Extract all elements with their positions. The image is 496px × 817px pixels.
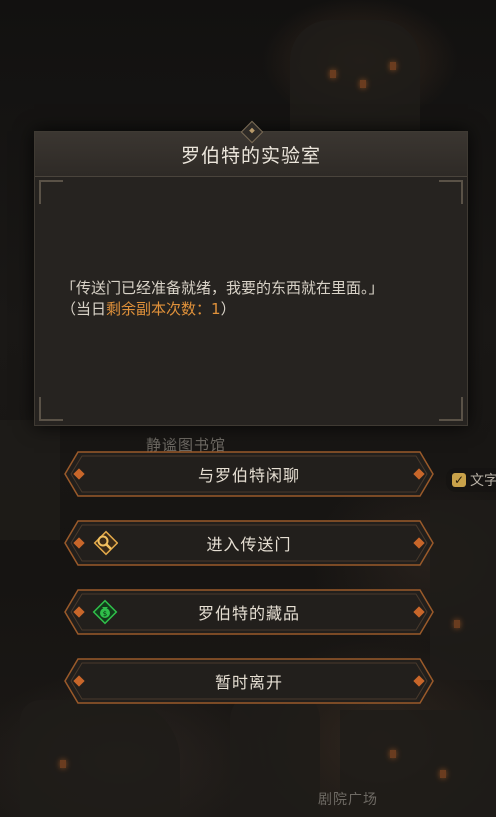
lit-window [330,70,336,78]
corner-ornament [39,180,63,204]
lit-window [440,770,446,778]
lit-window [390,62,396,70]
check-icon: ✓ [452,473,466,487]
option-enter-portal-button[interactable]: 进入传送门 [64,520,434,566]
remaining-attempts: 剩余副本次数：1 [106,300,221,318]
background-building [230,690,320,817]
dialog-panel: 罗伯特的实验室 「传送门已经准备就绪，我要的东西就在里面。」 （当日剩余副本次数… [34,120,468,426]
background-building [0,420,60,540]
background-building [430,500,496,680]
corner-ornament [39,397,63,421]
dialog-title: 罗伯特的实验室 [180,144,321,167]
lit-window [454,620,460,628]
option-collection-button[interactable]: $ 罗伯特的藏品 [64,589,434,635]
option-label: 进入传送门 [206,535,292,554]
game-scene: 静谧图书馆 剧院广场 ✓ 文字 罗伯特的实验室 「传送门已经准备就绪，我要的东西… [0,0,496,817]
lit-window [360,80,366,88]
dialog-line-suffix: ） [220,300,236,318]
option-label: 与罗伯特闲聊 [197,466,300,485]
map-location-label[interactable]: 剧院广场 [318,789,378,809]
background-building [20,700,180,817]
text-toggle[interactable]: ✓ 文字 [446,468,496,492]
dialog-line: （当日剩余副本次数：1） [61,299,451,320]
corner-ornament [439,180,463,204]
dialog-line-prefix: （当日 [61,300,107,318]
option-chat-button[interactable]: 与罗伯特闲聊 [64,451,434,497]
option-leave-button[interactable]: 暂时离开 [64,658,434,704]
corner-ornament [439,397,463,421]
option-label: 罗伯特的藏品 [197,604,300,623]
option-label: 暂时离开 [214,673,283,692]
dialog-line: 「传送门已经准备就绪，我要的东西就在里面。」 [61,279,384,297]
background-building [290,20,420,130]
dialog-text: 「传送门已经准备就绪，我要的东西就在里面。」 （当日剩余副本次数：1） [61,278,451,320]
text-toggle-label: 文字 [470,473,496,489]
lit-window [390,750,396,758]
lit-window [60,760,66,768]
